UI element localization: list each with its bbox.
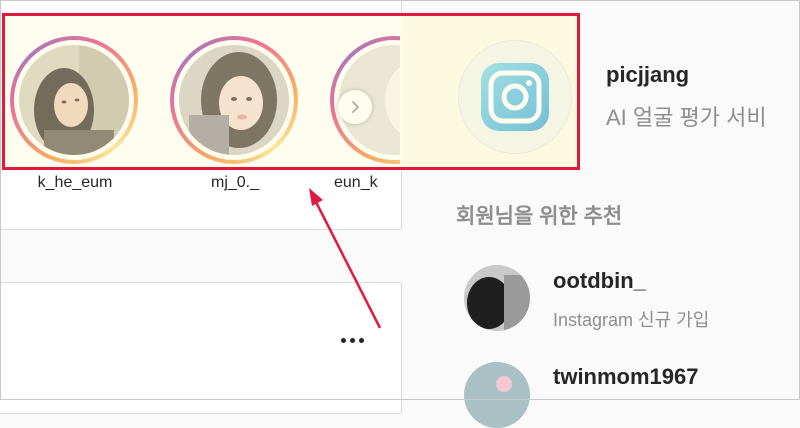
rec-subtitle: Instagram 신규 가입 bbox=[553, 310, 710, 330]
rec-avatar[interactable] bbox=[464, 362, 530, 428]
rec-avatar[interactable] bbox=[464, 265, 530, 331]
rec-username[interactable]: ootdbin_ bbox=[553, 268, 646, 294]
annotation-arrow bbox=[309, 188, 382, 329]
recommendations-title: 회원님을 위한 추천 bbox=[456, 205, 623, 228]
rec-username[interactable]: twinmom1967 bbox=[553, 364, 699, 390]
